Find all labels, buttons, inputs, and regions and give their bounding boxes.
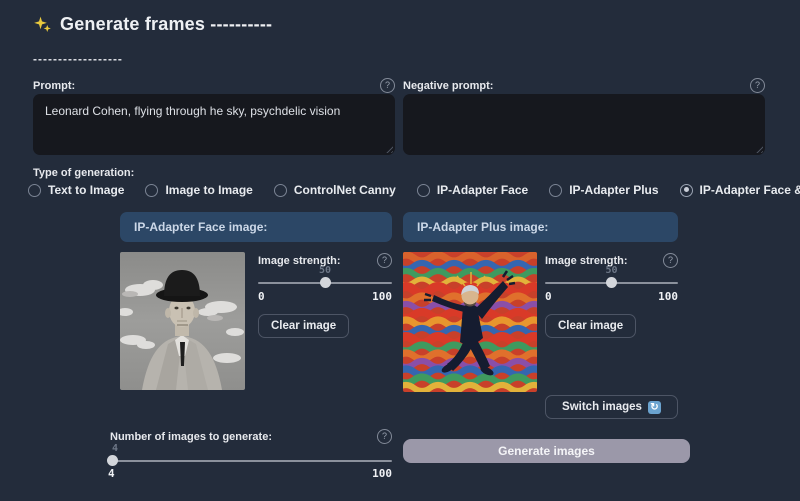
radio-image-to-image[interactable]: Image to Image xyxy=(145,183,252,197)
face-strength-min: 0 xyxy=(258,290,265,303)
generate-images-button[interactable]: Generate images xyxy=(403,439,690,463)
plus-image-panel-header: IP-Adapter Plus image: xyxy=(403,212,678,242)
switch-images-button[interactable]: Switch images ↻ xyxy=(545,395,678,419)
radio-circle xyxy=(417,184,430,197)
image-count-label: Number of images to generate: xyxy=(110,431,272,443)
face-image-panel-header: IP-Adapter Face image: xyxy=(120,212,392,242)
plus-strength-min: 0 xyxy=(545,290,552,303)
prompt-label: Prompt: xyxy=(33,80,75,92)
radio-circle xyxy=(274,184,287,197)
negative-prompt-label: Negative prompt: xyxy=(403,80,493,92)
radio-ip-adapter-plus[interactable]: IP-Adapter Plus xyxy=(549,183,658,197)
image-count-max: 100 xyxy=(372,467,392,480)
plus-strength-value: 50 xyxy=(605,265,617,276)
face-strength-slider-handle[interactable] xyxy=(320,277,331,288)
prompt-input[interactable]: Leonard Cohen, flying through he sky, ps… xyxy=(33,94,395,155)
negative-prompt-input[interactable] xyxy=(403,94,765,155)
plus-strength-range: 0 100 xyxy=(545,290,678,303)
sparkles-icon xyxy=(33,15,52,34)
face-strength-help-icon[interactable]: ? xyxy=(377,253,392,268)
plus-strength-help-icon[interactable]: ? xyxy=(663,253,678,268)
face-strength-max: 100 xyxy=(372,290,392,303)
face-strength-range: 0 100 xyxy=(258,290,392,303)
generate-frames-panel: Generate frames ---------- -------------… xyxy=(0,0,800,501)
page-title-row: Generate frames ---------- xyxy=(33,14,272,35)
plus-clear-image-button[interactable]: Clear image xyxy=(545,314,636,338)
generation-type-radio-group: Text to Image Image to Image ControlNet … xyxy=(28,183,800,197)
image-count-control: Number of images to generate: ? 4 4 100 xyxy=(108,429,392,444)
image-count-slider-handle[interactable] xyxy=(107,455,118,466)
face-image[interactable] xyxy=(120,252,245,390)
face-strength-value: 50 xyxy=(319,265,331,276)
image-count-min: 4 xyxy=(108,467,115,480)
radio-circle xyxy=(28,184,41,197)
radio-circle xyxy=(145,184,158,197)
plus-image[interactable] xyxy=(403,252,537,392)
page-title: Generate frames ---------- xyxy=(60,14,272,35)
title-underline: ------------------ xyxy=(33,52,123,66)
generation-type-label: Type of generation: xyxy=(33,167,134,179)
switch-images-label: Switch images xyxy=(562,401,642,413)
image-count-value: 4 xyxy=(112,443,118,454)
face-strength-control: Image strength: ? 50 0 100 Clear image xyxy=(258,253,392,268)
image-count-range: 4 100 xyxy=(108,467,392,480)
negative-prompt-label-row: Negative prompt: ? xyxy=(403,78,765,93)
face-clear-image-button[interactable]: Clear image xyxy=(258,314,349,338)
plus-image-graphic xyxy=(403,252,537,392)
plus-strength-max: 100 xyxy=(658,290,678,303)
face-image-graphic xyxy=(120,252,245,390)
prompt-label-row: Prompt: ? xyxy=(33,78,395,93)
plus-strength-slider-handle[interactable] xyxy=(606,277,617,288)
image-count-slider[interactable] xyxy=(108,460,392,462)
negative-prompt-help-icon[interactable]: ? xyxy=(750,78,765,93)
plus-strength-control: Image strength: ? 50 0 100 Clear image xyxy=(545,253,678,268)
radio-ip-adapter-face-and-plus[interactable]: IP-Adapter Face & Plus xyxy=(680,183,800,197)
radio-circle xyxy=(549,184,562,197)
prompt-help-icon[interactable]: ? xyxy=(380,78,395,93)
radio-circle xyxy=(680,184,693,197)
radio-text-to-image[interactable]: Text to Image xyxy=(28,183,124,197)
switch-icon: ↻ xyxy=(648,401,661,414)
radio-ip-adapter-face[interactable]: IP-Adapter Face xyxy=(417,183,528,197)
image-count-help-icon[interactable]: ? xyxy=(377,429,392,444)
radio-controlnet-canny[interactable]: ControlNet Canny xyxy=(274,183,396,197)
